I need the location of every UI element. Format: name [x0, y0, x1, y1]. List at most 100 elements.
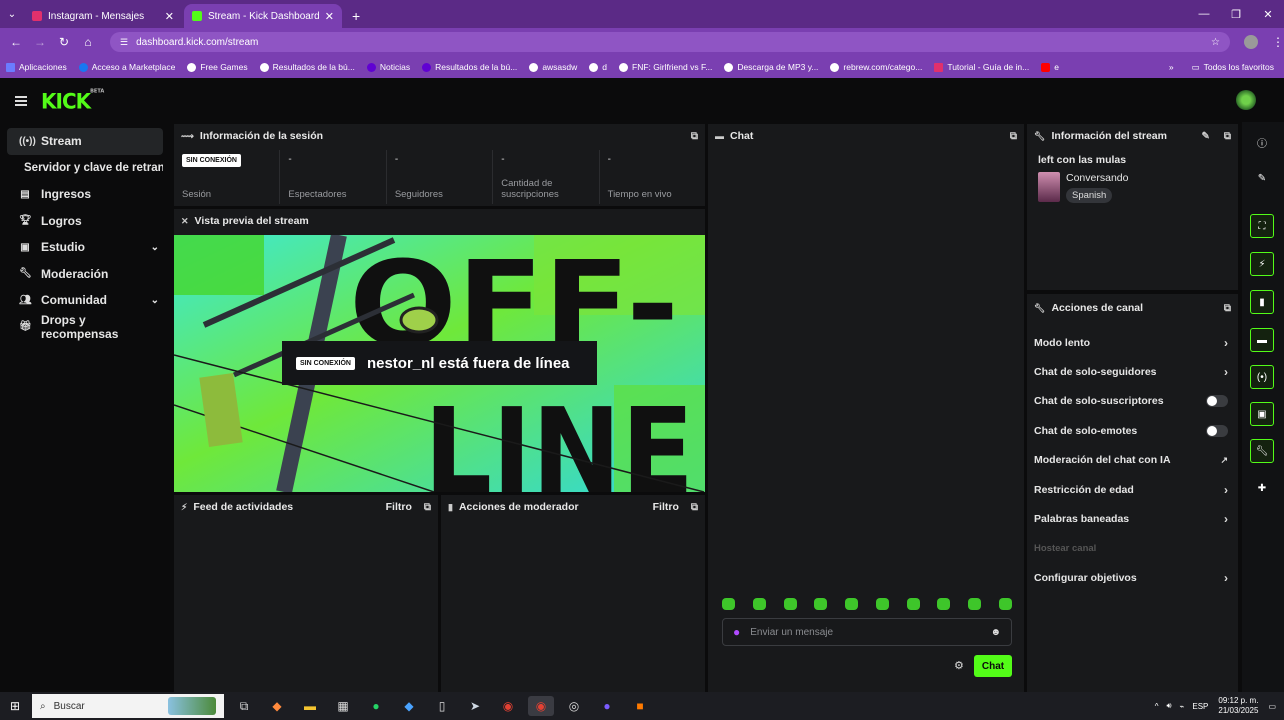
- mod-log-widget-icon[interactable]: ▮: [1250, 290, 1274, 314]
- user-avatar[interactable]: [1236, 90, 1256, 110]
- popout-icon[interactable]: ⧉: [1010, 131, 1017, 142]
- steam-icon[interactable]: ➤: [462, 696, 488, 716]
- microphone-icon[interactable]: ●: [733, 625, 740, 639]
- close-tab-icon[interactable]: ✕: [165, 10, 174, 23]
- bookmark[interactable]: Noticias: [366, 62, 410, 72]
- bookmark[interactable]: d: [589, 62, 607, 72]
- profile-icon[interactable]: [1244, 35, 1258, 49]
- forward-icon[interactable]: →: [28, 35, 52, 49]
- emote-icon[interactable]: [752, 598, 766, 610]
- bookmark-star-icon[interactable]: ☆: [1211, 37, 1220, 48]
- tools-widget-icon[interactable]: 🔧︎: [1250, 439, 1274, 463]
- notifications-icon[interactable]: ▭: [1268, 702, 1276, 711]
- store-icon[interactable]: ▦: [330, 696, 356, 716]
- tab-instagram[interactable]: Instagram - Mensajes ✕: [24, 4, 182, 28]
- add-widget-icon[interactable]: ✚: [1250, 476, 1274, 500]
- new-tab-button[interactable]: +: [344, 8, 368, 28]
- site-info-icon[interactable]: ☰: [120, 37, 128, 48]
- obs-icon[interactable]: ◎: [561, 696, 587, 716]
- emote-icon[interactable]: [814, 598, 828, 610]
- bookmark[interactable]: awsasdw: [529, 62, 577, 72]
- network-icon[interactable]: ⌁: [1180, 702, 1185, 711]
- sidebar-item-stream[interactable]: ((•)) Stream: [7, 128, 163, 155]
- emote-icon[interactable]: [875, 598, 889, 610]
- chrome-icon[interactable]: ◉: [495, 696, 521, 716]
- sidebar-item-logros[interactable]: 🏆︎ Logros: [7, 208, 163, 235]
- back-icon[interactable]: ←: [4, 35, 28, 49]
- preview-widget-icon[interactable]: ▣: [1250, 402, 1274, 426]
- bookmark[interactable]: rebrew.com/catego...: [830, 62, 922, 72]
- all-bookmarks[interactable]: » ▭ Todos los favoritos: [1169, 56, 1274, 78]
- action-ai-moderation[interactable]: Moderación del chat con IA ↗: [1027, 446, 1238, 475]
- filter-button[interactable]: Filtro: [653, 501, 679, 513]
- popout-icon[interactable]: ⧉: [424, 502, 431, 513]
- sidebar-item-server-key[interactable]: Servidor y clave de retransm: [7, 155, 163, 182]
- copilot-icon[interactable]: ◆: [264, 696, 290, 716]
- task-view-icon[interactable]: ⧉: [231, 696, 257, 716]
- sidebar-item-estudio[interactable]: ▣ Estudio ⌄: [7, 234, 163, 261]
- emote-icon[interactable]: [845, 598, 859, 610]
- chat-message-input[interactable]: ● Enviar un mensaje ☻: [722, 618, 1012, 646]
- popout-icon[interactable]: ⧉: [1224, 303, 1231, 314]
- action-configure-goals[interactable]: Configurar objetivos ›: [1027, 563, 1238, 592]
- activity-widget-icon[interactable]: ⚡︎: [1250, 252, 1274, 276]
- bookmark[interactable]: Aplicaciones: [6, 62, 67, 72]
- bookmark[interactable]: Free Games: [187, 62, 248, 72]
- sidebar-item-moderacion[interactable]: 🔧︎ Moderación: [7, 261, 163, 288]
- tray-expand-icon[interactable]: ^: [1155, 702, 1159, 711]
- close-tab-icon[interactable]: ✕: [325, 10, 334, 23]
- chevron-down-icon[interactable]: ⌄: [151, 295, 159, 306]
- bookmark[interactable]: Tutorial - Guía de in...: [934, 62, 1029, 72]
- emote-icon[interactable]: [783, 598, 797, 610]
- emote-icon[interactable]: [722, 598, 735, 610]
- menu-kebab-icon[interactable]: ⋮: [1272, 35, 1284, 49]
- language-indicator[interactable]: ESP: [1192, 702, 1208, 711]
- chat-settings-gear-icon[interactable]: ⚙: [954, 659, 964, 672]
- file-explorer-icon[interactable]: ▬: [297, 696, 323, 716]
- home-icon[interactable]: ⌂: [76, 35, 100, 49]
- mail-icon[interactable]: ◆: [396, 696, 422, 716]
- tab-kick-dashboard[interactable]: Stream - Kick Dashboard ✕: [184, 4, 342, 28]
- popout-icon[interactable]: ⧉: [1224, 131, 1231, 142]
- notepad-icon[interactable]: ▯: [429, 696, 455, 716]
- info-icon[interactable]: ⓘ: [1250, 130, 1274, 154]
- action-slow-mode[interactable]: Modo lento ›: [1027, 328, 1238, 357]
- app-icon[interactable]: ■: [627, 696, 653, 716]
- chrome-active-icon[interactable]: ◉: [528, 696, 554, 716]
- subscribers-only-toggle[interactable]: [1206, 395, 1228, 408]
- bookmark[interactable]: Resultados de la bú...: [259, 62, 355, 72]
- emotes-only-toggle[interactable]: [1206, 424, 1228, 437]
- chevron-down-icon[interactable]: ⌄: [151, 242, 159, 253]
- popout-icon[interactable]: ⧉: [691, 502, 698, 513]
- bookmark[interactable]: Acceso a Marketplace: [78, 62, 175, 72]
- broadcast-widget-icon[interactable]: (•): [1250, 365, 1274, 389]
- emote-icon[interactable]: [998, 598, 1012, 610]
- sidebar-item-ingresos[interactable]: ▤ Ingresos: [7, 181, 163, 208]
- emote-icon[interactable]: [906, 598, 920, 610]
- url-field[interactable]: ☰ dashboard.kick.com/stream ☆: [110, 32, 1230, 52]
- action-followers-only[interactable]: Chat de solo-seguidores ›: [1027, 357, 1238, 386]
- edit-pencil-icon[interactable]: ✎: [1201, 131, 1209, 142]
- bookmark[interactable]: FNF: Girlfriend vs F...: [619, 62, 712, 72]
- chat-send-button[interactable]: Chat: [974, 655, 1012, 677]
- minimize-button[interactable]: —: [1188, 0, 1220, 28]
- more-bookmarks-icon[interactable]: »: [1169, 62, 1174, 72]
- bookmark[interactable]: Resultados de la bú...: [422, 62, 517, 72]
- close-window-button[interactable]: ✕: [1252, 0, 1284, 28]
- edit-pencil-icon[interactable]: ✎: [1250, 166, 1274, 190]
- sidebar-item-drops[interactable]: 🎁︎ Drops y recompensas: [7, 313, 163, 341]
- sidebar-item-comunidad[interactable]: 👥︎ Comunidad ⌄: [7, 287, 163, 314]
- tab-search-icon[interactable]: ⌄: [0, 0, 24, 28]
- clock[interactable]: 09:12 p. m. 21/03/2025: [1218, 696, 1258, 716]
- discord-icon[interactable]: ●: [594, 696, 620, 716]
- bookmark[interactable]: Descarga de MP3 y...: [724, 62, 818, 72]
- kick-logo[interactable]: KICKBETA: [41, 88, 104, 113]
- popout-icon[interactable]: ⧉: [691, 131, 698, 142]
- action-age-restriction[interactable]: Restricción de edad ›: [1027, 475, 1238, 504]
- volume-icon[interactable]: 🔊︎: [1167, 701, 1172, 711]
- taskbar-search[interactable]: ⌕ Buscar: [32, 694, 224, 718]
- maximize-button[interactable]: ❐: [1220, 0, 1252, 28]
- emote-icon[interactable]: [937, 598, 951, 610]
- reload-icon[interactable]: ↻: [52, 35, 76, 49]
- filter-button[interactable]: Filtro: [386, 501, 412, 513]
